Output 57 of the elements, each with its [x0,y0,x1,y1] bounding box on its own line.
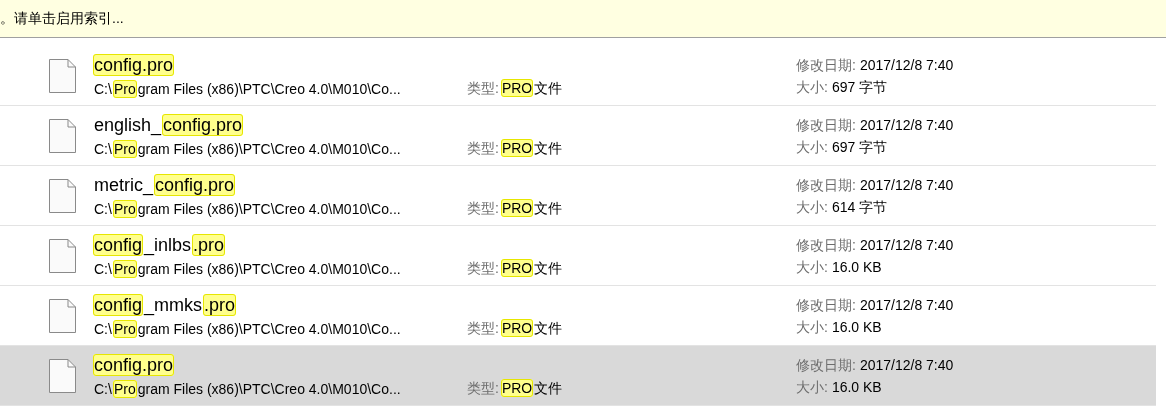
document-icon [49,298,76,333]
date-value: 2017/12/8 7:40 [859,295,954,314]
file-name: config.pro [93,353,175,376]
document-icon [49,358,76,393]
size-label: 大小: [796,317,828,336]
size-label: 大小: [796,197,828,216]
file-path: C:\Pro gram Files (x86)\PTC\Creo 4.0\M010\Co... [93,199,402,218]
type-label: 类型: [467,79,499,98]
type-value: PRO文件 [500,138,564,159]
size-value: 697 字节 [831,77,888,96]
type-label: 类型: [467,199,499,218]
size-value: 614 字节 [831,197,888,216]
file-path: C:\Pro gram Files (x86)\PTC\Creo 4.0\M010\Co... [93,379,402,398]
file-name: english_config.pro [93,113,244,136]
size-value: 697 字节 [831,137,888,156]
type-label: 类型: [467,139,499,158]
size-value: 16.0 KB [831,377,882,396]
type-value: PRO文件 [500,78,564,99]
file-path: C:\Pro gram Files (x86)\PTC\Creo 4.0\M010\Co... [93,259,402,278]
file-name: config.pro [93,53,175,76]
file-name: metric_config.pro [93,173,236,196]
date-value: 2017/12/8 7:40 [859,175,954,194]
date-label: 修改日期: [796,55,856,74]
date-value: 2017/12/8 7:40 [859,355,954,374]
info-bar-text: 。请单击启用索引... [0,9,124,28]
search-result-row[interactable]: config.pro C:\Pro gram Files (x86)\PTC\Creo 4.0\M010\Co... 类型: PRO文件 修改日期: 2017/12/8 7:40 大小: 16.0 KB [0,346,1156,406]
info-bar[interactable]: 。请单击启用索引... [0,0,1166,38]
size-label: 大小: [796,77,828,96]
size-label: 大小: [796,377,828,396]
date-label: 修改日期: [796,175,856,194]
document-icon [49,118,76,153]
type-value: PRO文件 [500,198,564,219]
date-label: 修改日期: [796,355,856,374]
document-icon [49,178,76,213]
date-label: 修改日期: [796,295,856,314]
file-path: C:\Pro gram Files (x86)\PTC\Creo 4.0\M010\Co... [93,79,402,98]
size-value: 16.0 KB [831,257,882,276]
document-icon [49,238,76,273]
type-value: PRO文件 [500,378,564,399]
file-path: C:\Pro gram Files (x86)\PTC\Creo 4.0\M010\Co... [93,139,402,158]
type-value: PRO文件 [500,318,564,339]
size-label: 大小: [796,257,828,276]
type-label: 类型: [467,319,499,338]
date-value: 2017/12/8 7:40 [859,55,954,74]
type-label: 类型: [467,379,499,398]
size-value: 16.0 KB [831,317,882,336]
file-path: C:\Pro gram Files (x86)\PTC\Creo 4.0\M010\Co... [93,319,402,338]
date-label: 修改日期: [796,115,856,134]
type-label: 类型: [467,259,499,278]
size-label: 大小: [796,137,828,156]
file-name: config_inlbs.pro [93,233,226,256]
date-value: 2017/12/8 7:40 [859,115,954,134]
date-value: 2017/12/8 7:40 [859,235,954,254]
type-value: PRO文件 [500,258,564,279]
date-label: 修改日期: [796,235,856,254]
document-icon [49,58,76,93]
file-name: config_mmks.pro [93,293,237,316]
